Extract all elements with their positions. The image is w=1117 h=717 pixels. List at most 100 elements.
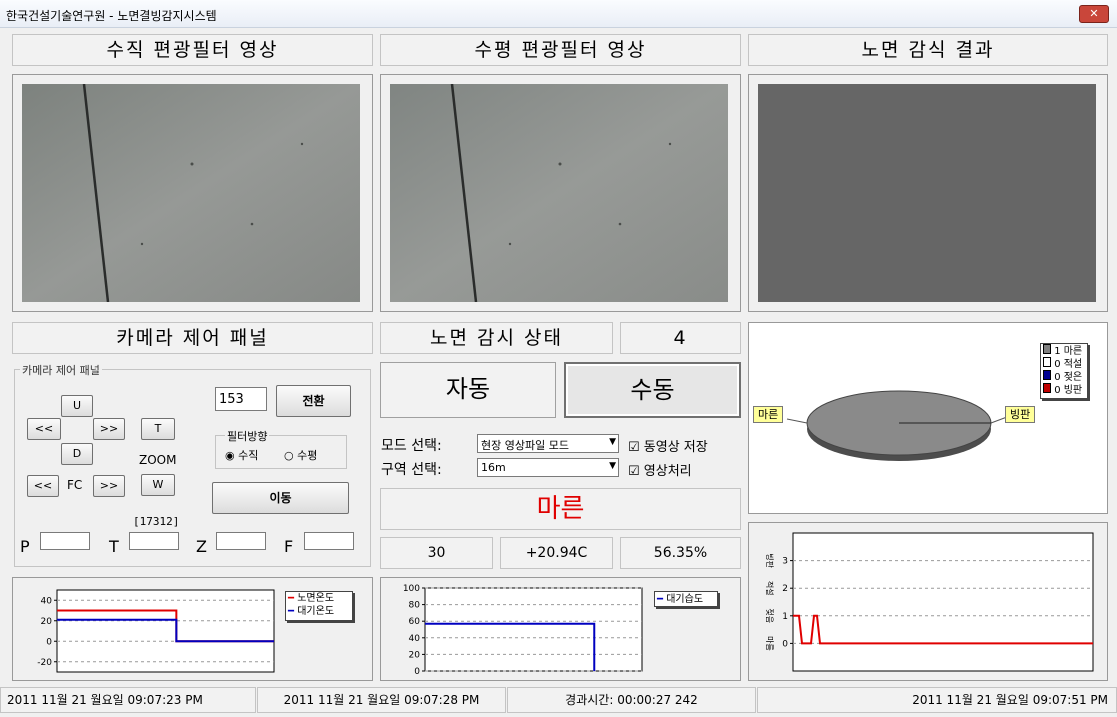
pan-left-button[interactable]: << [27, 418, 61, 440]
y-tick-label: 80 [409, 601, 421, 611]
focus-far-button[interactable]: >> [93, 475, 125, 497]
zone-select[interactable]: 16m ▼ [477, 458, 619, 477]
humidity-chart-panel: 100 80 60 40 20 0 ━ 대기습도 [380, 577, 741, 681]
t-input[interactable] [129, 532, 179, 550]
radio-horizontal-label: 수평 [297, 449, 318, 462]
camera-panel-title: 카메라 제어 패널 [12, 322, 373, 354]
humidity-display: 56.35% [620, 537, 741, 569]
mode-select[interactable]: 현장 영상파일 모드 ▼ [477, 434, 619, 453]
humidity-legend: ━ 대기습도 [654, 591, 718, 607]
y-tick-label: 3 [782, 557, 788, 567]
window-title: 한국건설기술연구원 - 노면결빙감지시스템 [6, 9, 217, 23]
y-tick-label: 40 [409, 634, 421, 644]
status-elapsed: 경과시간: 00:00:27 242 [507, 687, 756, 713]
switch-button[interactable]: 전환 [276, 385, 351, 417]
radio-horizontal[interactable]: ○ 수평 [284, 447, 317, 463]
zoom-tele-button[interactable]: T [141, 418, 175, 440]
state-axis-label: 적설 [765, 581, 775, 596]
humidity-legend-label: 대기습도 [666, 594, 704, 605]
temperature-legend: ━ 노면온도 ━ 대기온도 [285, 591, 353, 621]
t-label: T [109, 537, 119, 556]
y-tick-label: 0 [782, 639, 788, 649]
state-chart: 3 2 1 0 빙판 적설 젖음 마름 [749, 523, 1107, 680]
pan-up-button[interactable]: U [61, 395, 93, 417]
zoom-wide-button[interactable]: W [141, 474, 175, 496]
move-button[interactable]: 이동 [212, 482, 349, 514]
mode-label: 모드 선택: [381, 438, 442, 454]
horizontal-filter-title: 수평 편광필터 영상 [380, 34, 741, 66]
radio-vertical-label: 수직 [238, 449, 259, 462]
f-input[interactable] [304, 532, 354, 550]
focus-near-button[interactable]: << [27, 475, 59, 497]
save-video-checkbox[interactable]: ☑ 동영상 저장 [628, 436, 708, 455]
y-tick-label: 100 [403, 584, 420, 594]
legend-surface-temp: ━ 노면온도 [288, 593, 335, 604]
state-axis-label: 빙판 [765, 553, 774, 568]
zoom-label: ZOOM [139, 453, 177, 467]
y-tick-label: 20 [409, 650, 421, 660]
legend-item-snow: 0 적설 [1041, 357, 1087, 370]
y-tick-label: 40 [41, 596, 53, 606]
pan-down-button[interactable]: D [61, 443, 93, 465]
y-tick-label: -20 [37, 658, 52, 668]
vertical-video-frame [22, 84, 360, 302]
legend-air-temp-label: 대기온도 [297, 606, 335, 617]
p-label: P [20, 537, 30, 556]
horizontal-video [390, 84, 728, 302]
image-processing-checkbox[interactable]: ☑ 영상처리 [628, 460, 692, 479]
filter-direction-label: 필터방향 [225, 428, 270, 444]
z-input[interactable] [216, 532, 266, 550]
horizontal-video-frame [390, 84, 728, 302]
legend-label: 0 젖은 [1054, 372, 1083, 383]
status-start-time: 2011 11월 21 월요일 09:07:23 PM [0, 687, 256, 713]
mode-select-value: 현장 영상파일 모드 [481, 439, 569, 452]
y-tick-label: 1 [782, 612, 788, 622]
pie-panel: 마른 빙판 1 마른 0 적설 0 젖은 0 빙판 [748, 322, 1108, 514]
frame-count: 30 [380, 537, 493, 569]
close-button[interactable]: ✕ [1079, 5, 1109, 23]
monitor-status-title: 노면 감시 상태 [380, 322, 613, 354]
f-label: F [284, 537, 294, 556]
state-axis-label: 젖음 [765, 608, 775, 623]
legend-surface-temp-label: 노면온도 [297, 593, 335, 604]
chevron-down-icon: ▼ [609, 461, 616, 471]
horizontal-video-panel [380, 74, 741, 312]
monitor-count: 4 [620, 322, 741, 354]
p-input[interactable] [40, 532, 90, 550]
plot-area [792, 532, 1094, 672]
temperature-display: +20.94C [500, 537, 613, 569]
result-video [758, 84, 1096, 302]
zone-label: 구역 선택: [381, 462, 442, 478]
vertical-filter-title: 수직 편광필터 영상 [12, 34, 373, 66]
plot-area [424, 587, 643, 672]
plot-area [56, 589, 275, 673]
status-clock: 2011 11월 21 월요일 09:07:51 PM [757, 687, 1117, 713]
state-chart-panel: 3 2 1 0 빙판 적설 젖음 마름 [748, 522, 1108, 681]
pie-left-tag: 마른 [753, 406, 784, 423]
surface-state-display: 마른 [380, 488, 741, 530]
y-tick-label: 20 [41, 617, 53, 627]
pie-legend: 1 마른 0 적설 0 젖은 0 빙판 [1040, 343, 1088, 399]
chevron-down-icon: ▼ [609, 437, 616, 447]
pie-right-tag: 빙판 [1005, 406, 1036, 423]
zone-select-value: 16m [481, 461, 506, 474]
y-tick-label: 0 [46, 637, 52, 647]
title-bar: 한국건설기술연구원 - 노면결빙감지시스템 ✕ [0, 0, 1117, 28]
y-tick-label: 0 [414, 667, 420, 677]
y-tick-label: 60 [409, 617, 421, 627]
manual-button[interactable]: 수동 [564, 362, 741, 418]
save-video-label: 동영상 저장 [643, 440, 708, 455]
state-axis-label: 마름 [765, 636, 774, 651]
auto-button[interactable]: 자동 [380, 362, 556, 418]
legend-item-dry: 1 마른 [1041, 344, 1087, 357]
preset-input[interactable]: 153 [215, 387, 267, 411]
vertical-video-panel [12, 74, 373, 312]
legend-label: 1 마른 [1054, 346, 1083, 357]
camera-group-label: 카메라 제어 패널 [20, 362, 102, 378]
z-label: Z [196, 537, 207, 556]
legend-label: 0 적설 [1054, 359, 1083, 370]
status-current-time: 2011 11월 21 월요일 09:07:28 PM [257, 687, 506, 713]
radio-vertical[interactable]: ◉ 수직 [225, 447, 258, 463]
pan-right-button[interactable]: >> [93, 418, 125, 440]
result-title: 노면 감식 결과 [748, 34, 1108, 66]
